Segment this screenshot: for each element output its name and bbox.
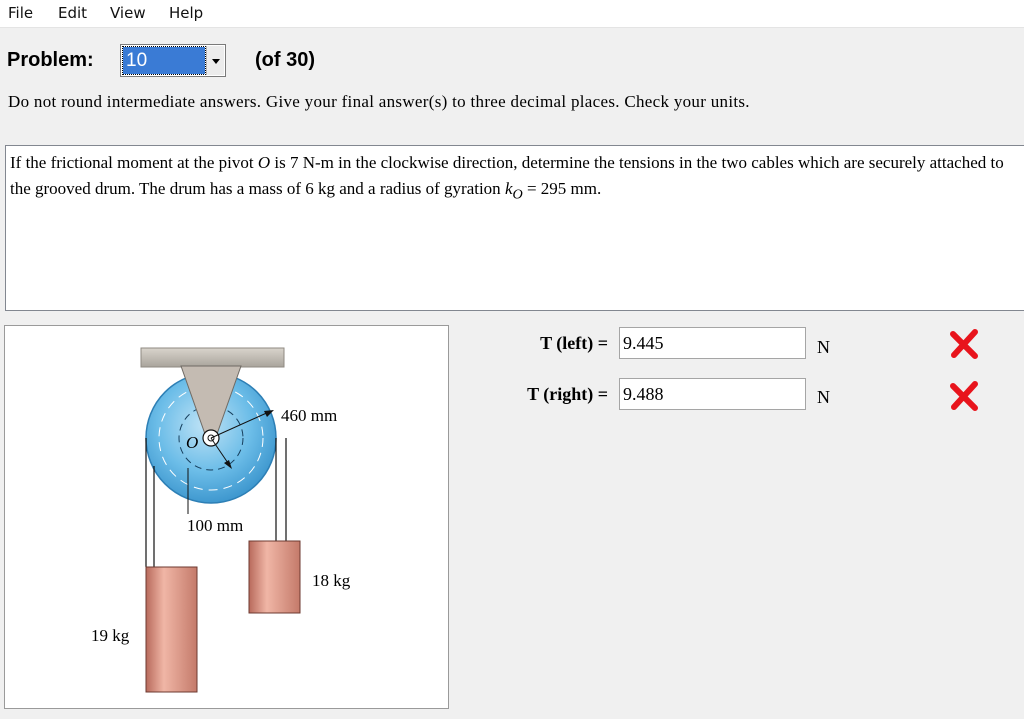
- answer-input-left[interactable]: 9.445: [619, 327, 806, 359]
- menu-view[interactable]: View: [110, 4, 146, 22]
- problem-dropdown[interactable]: 10: [120, 44, 226, 77]
- right-mass-block: [248, 540, 301, 614]
- menu-bar: File Edit View Help: [0, 0, 1024, 28]
- problem-count: (of 30): [255, 49, 315, 71]
- answer-label-right: T (right) =: [527, 384, 608, 404]
- question-pivot: O: [257, 153, 271, 172]
- drum-diagram: 460 mm 100 mm O 18 kg 19 kg: [91, 347, 351, 693]
- answer-unit-right: N: [817, 387, 830, 407]
- answer-unit-left: N: [817, 337, 830, 357]
- menu-edit[interactable]: Edit: [58, 4, 87, 22]
- question-part3: = 295 mm.: [522, 179, 602, 198]
- problem-dropdown-value[interactable]: 10: [122, 46, 206, 75]
- outer-radius-label: 460 mm: [281, 406, 337, 425]
- question-k-sub: O: [512, 186, 523, 203]
- right-mass-label: 18 kg: [312, 571, 351, 590]
- left-mass-block: [145, 566, 198, 693]
- chevron-down-icon: [212, 59, 220, 64]
- dropdown-button[interactable]: [206, 46, 224, 75]
- question-text-box: If the frictional moment at the pivot O …: [5, 145, 1024, 311]
- inner-radius-label: 100 mm: [187, 516, 243, 535]
- answer-input-right[interactable]: 9.488: [619, 378, 806, 410]
- incorrect-icon: [950, 329, 978, 359]
- answer-label-left: T (left) =: [540, 333, 608, 353]
- menu-file[interactable]: File: [8, 4, 33, 22]
- menu-help[interactable]: Help: [169, 4, 203, 22]
- ceiling-support: [140, 347, 285, 368]
- problem-label: Problem:: [7, 49, 94, 71]
- figure-panel: 460 mm 100 mm O 18 kg 19 kg: [4, 325, 449, 709]
- incorrect-icon: [950, 381, 978, 411]
- pivot-label: O: [186, 433, 198, 452]
- left-mass-label: 19 kg: [91, 626, 130, 645]
- instructions-text: Do not round intermediate answers. Give …: [8, 92, 750, 111]
- question-part1: If the frictional moment at the pivot: [10, 153, 258, 172]
